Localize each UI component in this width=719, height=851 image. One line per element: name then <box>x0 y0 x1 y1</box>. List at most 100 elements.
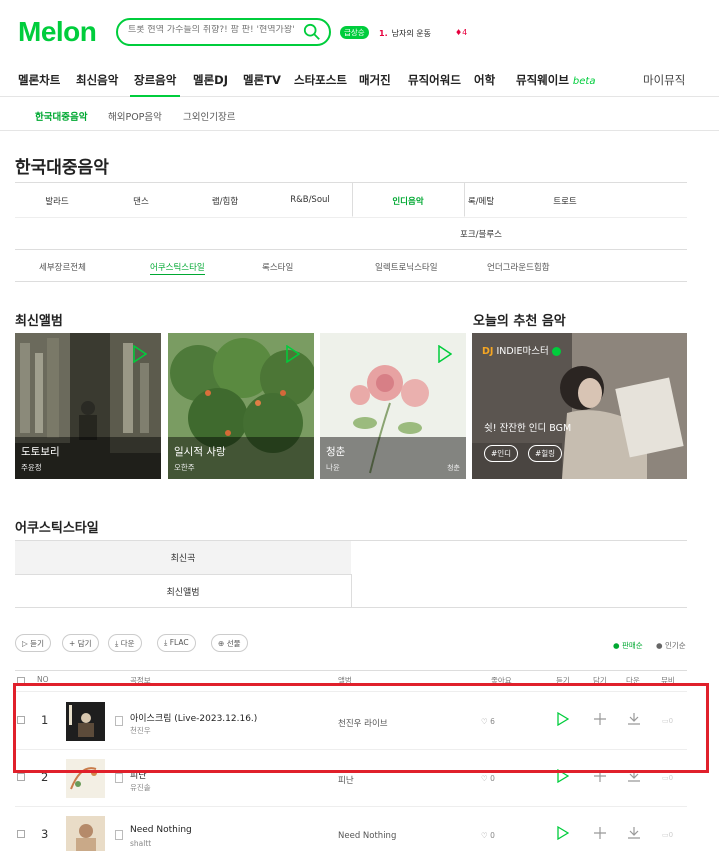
album-title[interactable]: 일시적 사랑 <box>174 444 226 459</box>
subnav-korean-pop[interactable]: 한국대중음악 <box>35 109 87 123</box>
album-card[interactable]: 일시적 사랑 오한주 <box>168 333 314 479</box>
table-row: 2 피난 유진솔 피난 ♡ 0 ▭0 <box>15 751 687 807</box>
trend-keyword[interactable]: 1. 남자의 운동 <box>379 28 431 39</box>
melon-logo[interactable]: Melon <box>18 16 97 48</box>
nav-starpost[interactable]: 스타포스트 <box>294 72 347 88</box>
tab-latest-albums[interactable]: 최신앨범 <box>15 585 351 598</box>
song-cover[interactable] <box>66 816 105 851</box>
song-album[interactable]: Need Nothing <box>338 831 396 841</box>
album-artist[interactable]: 오한주 <box>174 462 195 473</box>
tag-indie[interactable]: #인디 <box>484 445 519 462</box>
subgenre-bar: 세부장르전체 어쿠스틱스타일 록스타일 일렉트로닉스타일 언더그라운드힙합 <box>15 252 687 282</box>
search-input[interactable] <box>128 25 303 35</box>
sort-sales[interactable]: ● 판매순 <box>613 640 643 651</box>
nav-melon-dj[interactable]: 멜론DJ <box>193 72 228 88</box>
subgenre-all[interactable]: 세부장르전체 <box>39 261 86 273</box>
tab-latest-songs[interactable]: 최신곡 <box>15 551 351 564</box>
tag-healing[interactable]: #힐링 <box>528 445 563 462</box>
genre-trot[interactable]: 트로트 <box>509 195 621 207</box>
flac-button[interactable]: ⤓ FLAC <box>157 634 196 652</box>
song-info-icon[interactable] <box>115 830 123 840</box>
nav-language[interactable]: 어학 <box>474 72 495 88</box>
song-album[interactable]: 피난 <box>338 774 354 786</box>
gift-label: 선물 <box>226 639 241 648</box>
nav-my-music[interactable]: 마이뮤직 <box>643 72 685 88</box>
play-icon[interactable] <box>133 345 147 363</box>
album-title[interactable]: 도토보리 <box>21 444 60 459</box>
song-cover[interactable] <box>66 759 105 798</box>
subnav-overseas-pop[interactable]: 해외POP음악 <box>108 109 162 123</box>
song-artist[interactable]: 천진우 <box>130 725 151 736</box>
play-icon[interactable] <box>557 712 569 726</box>
mv-button[interactable]: ▭0 <box>662 774 673 782</box>
mv-button[interactable]: ▭0 <box>662 831 673 839</box>
recommend-message[interactable]: 쉿! 잔잔한 인디 BGM <box>484 420 571 434</box>
album-artist[interactable]: 주윤정 <box>21 462 42 473</box>
download-icon: ⤓ <box>115 639 119 648</box>
play-icon[interactable] <box>438 345 452 363</box>
song-title[interactable]: 아이스크림 (Live-2023.12.16.) <box>130 711 257 724</box>
tab-divider-vertical <box>351 574 352 608</box>
song-title[interactable]: Need Nothing <box>130 825 192 835</box>
section-recommend: 오늘의 추천 음악 <box>473 314 566 329</box>
song-title[interactable]: 피난 <box>130 768 147 781</box>
col-no: NO <box>37 675 49 684</box>
dj-name[interactable]: INDIE마스터 <box>496 346 548 357</box>
recommend-card[interactable]: DJ INDIE마스터 쉿! 잔잔한 인디 BGM #인디 #힐링 <box>472 333 687 479</box>
nav-magazine[interactable]: 매거진 <box>359 72 391 88</box>
nav-music-award[interactable]: 뮤직어워드 <box>408 72 461 88</box>
download-button[interactable]: ⤓ 다운 <box>108 634 142 652</box>
genre-folk[interactable]: 포크/블루스 <box>425 228 537 240</box>
play-icon[interactable] <box>557 769 569 783</box>
subgenre-rock[interactable]: 록스타일 <box>262 261 293 273</box>
like-button[interactable]: ♡ 0 <box>481 774 495 783</box>
play-icon[interactable] <box>557 826 569 840</box>
row-checkbox[interactable] <box>17 830 25 838</box>
like-button[interactable]: ♡ 6 <box>481 717 495 726</box>
search-icon[interactable] <box>303 23 321 41</box>
album-title[interactable]: 청춘 <box>326 444 345 459</box>
album-artist[interactable]: 나윤 <box>326 462 340 473</box>
subnav-other-genres[interactable]: 그외인기장르 <box>183 109 235 123</box>
download-icon[interactable] <box>627 769 641 783</box>
song-artist[interactable]: shaltt <box>130 839 151 848</box>
genre-rnb[interactable]: R&B/Soul <box>254 195 366 205</box>
row-checkbox[interactable] <box>17 716 25 724</box>
add-button[interactable]: + 담기 <box>62 634 99 652</box>
select-all-checkbox[interactable] <box>17 677 25 685</box>
nav-melon-tv[interactable]: 멜론TV <box>243 72 281 88</box>
song-cover[interactable] <box>66 702 105 741</box>
album-card[interactable]: 청춘 나윤 청춘 <box>320 333 466 479</box>
search-box[interactable] <box>116 18 331 46</box>
listen-button[interactable]: ▷ 듣기 <box>15 634 51 652</box>
song-info-icon[interactable] <box>115 773 123 783</box>
like-button[interactable]: ♡ 0 <box>481 831 495 840</box>
download-icon[interactable] <box>627 826 641 840</box>
song-artist[interactable]: 유진솔 <box>130 782 151 793</box>
add-icon[interactable] <box>593 712 607 726</box>
subgenre-acoustic[interactable]: 어쿠스틱스타일 <box>150 261 205 275</box>
dj-badge: DJ <box>482 346 494 357</box>
subgenre-electronic[interactable]: 일렉트로닉스타일 <box>375 261 438 273</box>
mv-button[interactable]: ▭0 <box>662 717 673 725</box>
song-info-icon[interactable] <box>115 716 123 726</box>
sort-popularity[interactable]: ● 인기순 <box>656 640 686 651</box>
nav-melon-chart[interactable]: 멜론차트 <box>18 72 60 88</box>
row-checkbox[interactable] <box>17 773 25 781</box>
trend-keyword-text: 남자의 운동 <box>391 29 431 38</box>
nav-music-wave[interactable]: 뮤직웨이브 beta <box>516 72 595 88</box>
album-card[interactable]: 도토보리 주윤정 <box>15 333 161 479</box>
sort-sales-label: 판매순 <box>621 641 643 650</box>
table-row: 1 아이스크림 (Live-2023.12.16.) 천진우 천진우 라이브 ♡… <box>15 694 687 750</box>
nav-latest-music[interactable]: 최신음악 <box>76 72 118 88</box>
add-icon[interactable] <box>593 769 607 783</box>
gift-button[interactable]: ⊕ 선물 <box>211 634 248 652</box>
nav-genre-music[interactable]: 장르음악 <box>134 72 176 88</box>
play-icon[interactable] <box>286 345 300 363</box>
col-song-info: 곡정보 <box>130 676 151 685</box>
song-album[interactable]: 천진우 라이브 <box>338 717 388 729</box>
subgenre-underground-hiphop[interactable]: 언더그라운드힙합 <box>487 261 550 273</box>
add-icon[interactable] <box>593 826 607 840</box>
download-icon[interactable] <box>627 712 641 726</box>
col-album: 앨범 <box>338 676 352 685</box>
